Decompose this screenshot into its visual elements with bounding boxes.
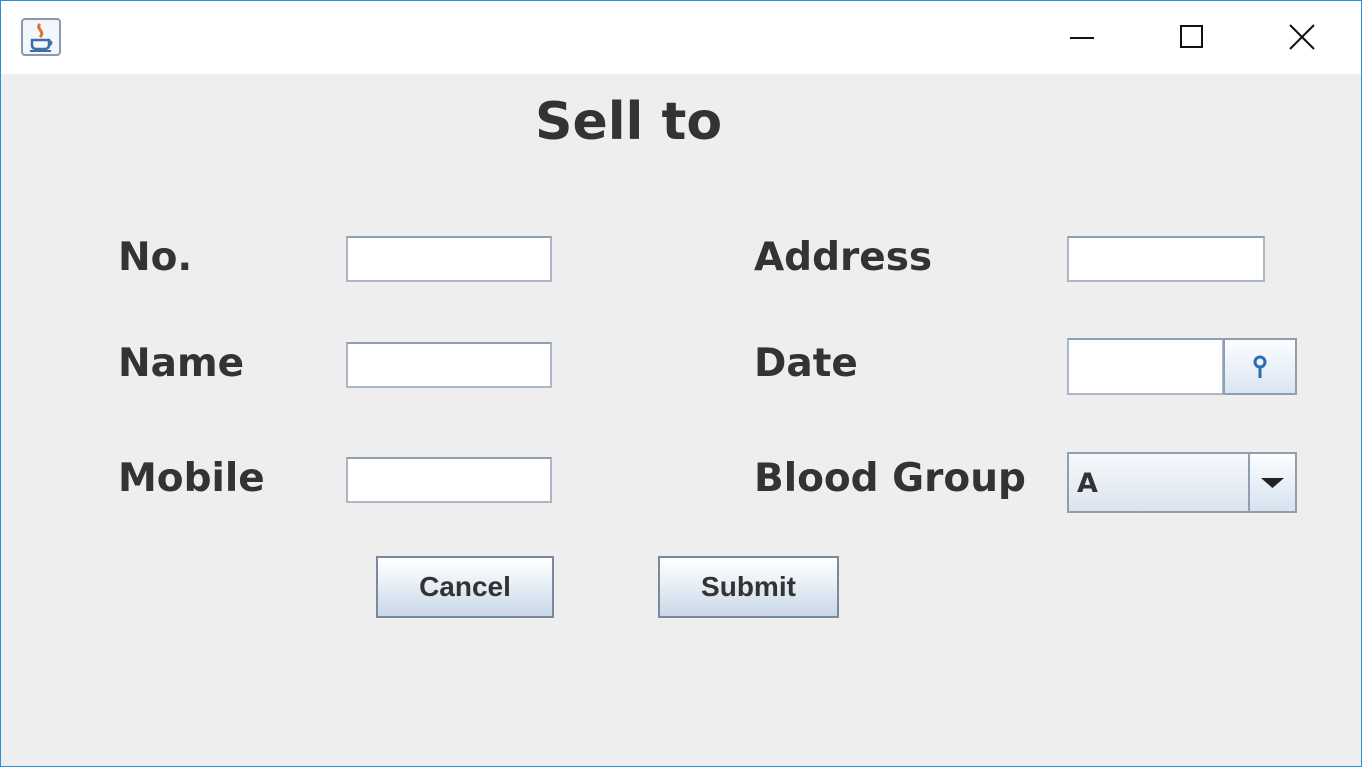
date-label: Date: [754, 341, 858, 386]
name-field[interactable]: [346, 342, 552, 388]
page-title: Sell to: [535, 92, 723, 152]
app-window: Sell to No. Name Mobile Address Date Blo…: [0, 0, 1362, 767]
close-icon: [1289, 24, 1315, 50]
blood-group-selected-value: A: [1077, 468, 1098, 499]
close-button[interactable]: [1247, 1, 1357, 74]
submit-button[interactable]: Submit: [658, 556, 839, 618]
no-label: No.: [118, 235, 193, 280]
title-bar: [1, 1, 1361, 74]
date-field[interactable]: [1067, 338, 1224, 395]
blood-group-dropdown-button[interactable]: [1248, 454, 1295, 511]
maximize-icon: [1180, 25, 1203, 48]
chevron-down-icon: [1261, 478, 1284, 488]
form-panel: Sell to No. Name Mobile Address Date Blo…: [1, 74, 1361, 766]
maximize-button[interactable]: [1137, 1, 1247, 74]
address-field[interactable]: [1067, 236, 1265, 282]
mobile-label: Mobile: [118, 456, 265, 501]
minimize-button[interactable]: [1027, 1, 1137, 74]
blood-group-label: Blood Group: [754, 456, 1026, 501]
mobile-field[interactable]: [346, 457, 552, 503]
address-label: Address: [754, 235, 933, 280]
cancel-button[interactable]: Cancel: [376, 556, 554, 618]
minimize-icon: [1070, 37, 1094, 39]
blood-group-select[interactable]: A: [1067, 452, 1297, 513]
pin-icon: [1253, 355, 1267, 378]
java-cup-icon[interactable]: [21, 18, 61, 56]
name-label: Name: [118, 341, 245, 386]
no-field[interactable]: [346, 236, 552, 282]
date-picker-button[interactable]: [1223, 338, 1297, 395]
